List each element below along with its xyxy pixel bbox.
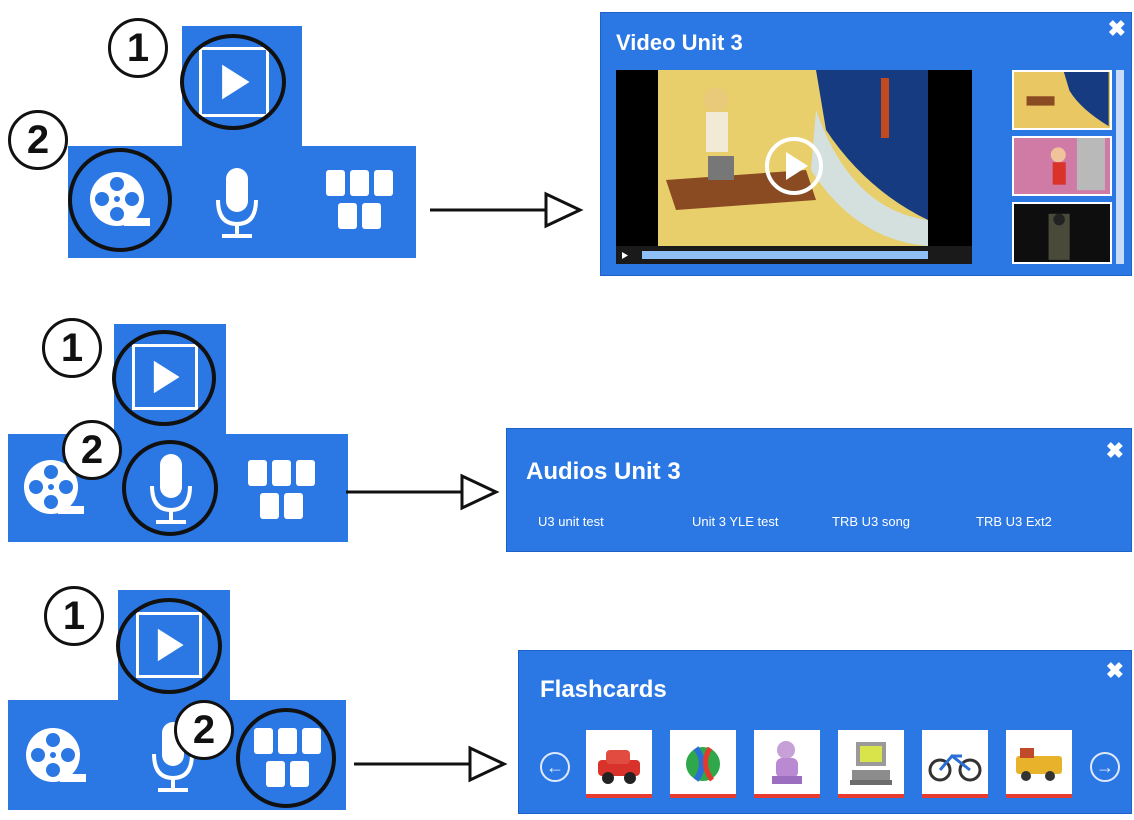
thumbnail-scrollbar[interactable] xyxy=(1116,70,1124,264)
audio-track[interactable]: Unit 3 YLE test xyxy=(692,514,778,529)
audio-track[interactable]: TRB U3 song xyxy=(832,514,910,529)
previous-arrow-icon[interactable]: ← xyxy=(540,752,570,782)
highlight-ring xyxy=(122,440,218,536)
highlight-ring xyxy=(68,148,172,252)
microphone-icon[interactable] xyxy=(210,166,264,242)
video-panel: Video Unit 3 ✖ xyxy=(600,12,1132,276)
video-frame xyxy=(616,70,972,264)
close-icon[interactable]: ✖ xyxy=(1108,18,1126,40)
step-marker-2: 2 xyxy=(174,700,234,760)
flashcard-ball[interactable] xyxy=(670,730,736,798)
video-thumbnail-1[interactable] xyxy=(1012,70,1112,130)
highlight-ring xyxy=(112,330,216,426)
next-arrow-icon[interactable]: → xyxy=(1090,752,1120,782)
flashcard-train[interactable] xyxy=(1006,730,1072,798)
step-marker-2: 2 xyxy=(62,420,122,480)
panel-title: Flashcards xyxy=(540,676,667,703)
grid-icon[interactable] xyxy=(326,170,396,234)
highlight-ring xyxy=(116,598,222,694)
audio-panel: Audios Unit 3 ✖ U3 unit test Unit 3 YLE … xyxy=(506,428,1132,552)
close-icon[interactable]: ✖ xyxy=(1106,440,1124,462)
flashcard-computer[interactable] xyxy=(838,730,904,798)
step-marker-1: 1 xyxy=(42,318,102,378)
highlight-ring xyxy=(180,34,286,130)
video-player[interactable] xyxy=(616,70,972,264)
panel-title: Audios Unit 3 xyxy=(526,458,681,485)
step-marker-1: 1 xyxy=(108,18,168,78)
arrow-icon xyxy=(354,745,508,783)
video-thumbnail-3[interactable] xyxy=(1012,202,1112,264)
flashcards-panel: Flashcards ✖ ← → xyxy=(518,650,1132,814)
flashcard-doll[interactable] xyxy=(754,730,820,798)
film-reel-icon[interactable] xyxy=(20,720,90,790)
video-thumbnail-2[interactable] xyxy=(1012,136,1112,196)
highlight-ring xyxy=(236,708,336,808)
arrow-icon xyxy=(430,191,584,229)
step-marker-2: 2 xyxy=(8,110,68,170)
arrow-icon xyxy=(346,473,500,511)
audio-track[interactable]: U3 unit test xyxy=(538,514,604,529)
flashcard-bike[interactable] xyxy=(922,730,988,798)
flashcard-car[interactable] xyxy=(586,730,652,798)
close-icon[interactable]: ✖ xyxy=(1106,660,1124,682)
panel-title: Video Unit 3 xyxy=(616,30,743,55)
audio-track[interactable]: TRB U3 Ext2 xyxy=(976,514,1052,529)
step-marker-1: 1 xyxy=(44,586,104,646)
grid-icon[interactable] xyxy=(248,460,318,524)
